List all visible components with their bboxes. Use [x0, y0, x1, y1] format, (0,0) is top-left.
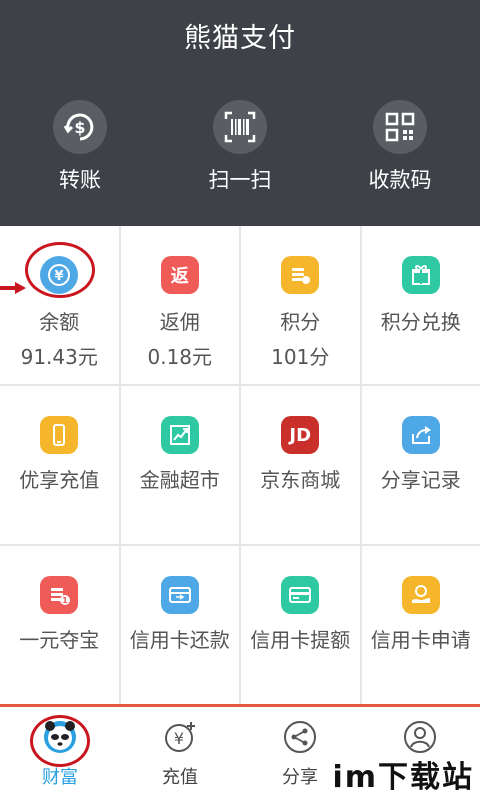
yen-plus-icon: ¥ — [160, 717, 200, 757]
premium-topup-cell[interactable]: 优享充值 — [0, 386, 119, 544]
credit-card-repay-icon — [160, 576, 199, 614]
phone-icon — [40, 416, 79, 454]
jd-logo-icon: JD — [281, 416, 320, 454]
treasure-icon: 1 — [40, 576, 79, 614]
gift-icon — [401, 256, 440, 294]
premium-topup-label: 优享充值 — [19, 468, 100, 492]
cc-apply-label: 信用卡申请 — [370, 628, 471, 652]
cc-repay-cell[interactable]: 信用卡还款 — [120, 546, 239, 704]
hand-coin-icon — [401, 576, 440, 614]
scan-label: 扫一扫 — [208, 168, 272, 192]
watermark: im下载站 — [332, 760, 474, 795]
svg-text:$: $ — [74, 118, 85, 137]
tab-recharge[interactable]: ¥ 充值 — [120, 717, 240, 789]
cc-repay-label: 信用卡还款 — [129, 628, 230, 652]
cc-apply-cell[interactable]: 信用卡申请 — [361, 546, 480, 704]
share-records-label: 分享记录 — [380, 468, 461, 492]
points-cell[interactable]: 积分 101分 — [241, 226, 360, 384]
rebate-label: 返佣 — [159, 310, 200, 334]
rebate-icon: 返 — [160, 256, 199, 294]
transfer-label: 转账 — [59, 168, 101, 192]
service-grid: ¥ 余额 91.43元 返 返佣 0.18元 积分 101分 积分兑换 优享充值… — [0, 226, 480, 704]
points-exchange-label: 积分兑换 — [380, 310, 461, 334]
tab-wealth[interactable]: 财富 — [0, 715, 120, 789]
svg-text:1: 1 — [62, 596, 68, 605]
share-nodes-icon — [280, 717, 320, 757]
rebate-value: 0.18元 — [147, 345, 213, 369]
points-exchange-cell[interactable]: 积分兑换 — [361, 226, 480, 384]
rebate-cell[interactable]: 返 返佣 0.18元 — [120, 226, 239, 384]
quick-actions: $ 转账 扫一扫 收款码 — [0, 100, 480, 210]
barcode-scan-icon — [213, 100, 267, 154]
one-yuan-label: 一元夺宝 — [19, 628, 100, 652]
points-value: 101分 — [271, 345, 330, 369]
transfer-button[interactable]: $ 转账 — [20, 100, 140, 194]
app-title: 熊猫支付 — [184, 23, 296, 54]
balance-cell[interactable]: ¥ 余额 91.43元 — [0, 226, 119, 384]
arrow-right-icon — [0, 282, 26, 294]
balance-value: 91.43元 — [20, 345, 98, 369]
coins-stack-icon — [281, 256, 320, 294]
cc-limit-cell[interactable]: 信用卡提额 — [241, 546, 360, 704]
dollar-transfer-icon: $ — [53, 100, 107, 154]
jd-mall-label: 京东商城 — [260, 468, 341, 492]
finance-market-label: 金融超市 — [139, 468, 220, 492]
one-yuan-cell[interactable]: 1 一元夺宝 — [0, 546, 119, 704]
user-icon — [400, 717, 440, 757]
receive-code-label: 收款码 — [368, 168, 432, 192]
bottom-tabbar: 财富 ¥ 充值 分享 im下载站 — [0, 704, 480, 800]
scan-button[interactable]: 扫一扫 — [180, 100, 300, 194]
trend-chart-icon — [160, 416, 199, 454]
app-header: 熊猫支付 $ 转账 扫一扫 收款码 — [0, 0, 480, 226]
points-label: 积分 — [280, 310, 321, 334]
receive-code-button[interactable]: 收款码 — [340, 100, 460, 194]
highlight-circle — [30, 715, 90, 767]
tab-recharge-label: 充值 — [162, 767, 198, 788]
svg-text:¥: ¥ — [174, 729, 184, 748]
credit-card-icon — [281, 576, 320, 614]
finance-market-cell[interactable]: 金融超市 — [120, 386, 239, 544]
share-records-cell[interactable]: 分享记录 — [361, 386, 480, 544]
highlight-circle — [25, 242, 95, 298]
share-icon — [401, 416, 440, 454]
cc-limit-label: 信用卡提额 — [250, 628, 351, 652]
jd-mall-cell[interactable]: JD 京东商城 — [241, 386, 360, 544]
qrcode-icon — [373, 100, 427, 154]
balance-label: 余额 — [39, 310, 80, 334]
